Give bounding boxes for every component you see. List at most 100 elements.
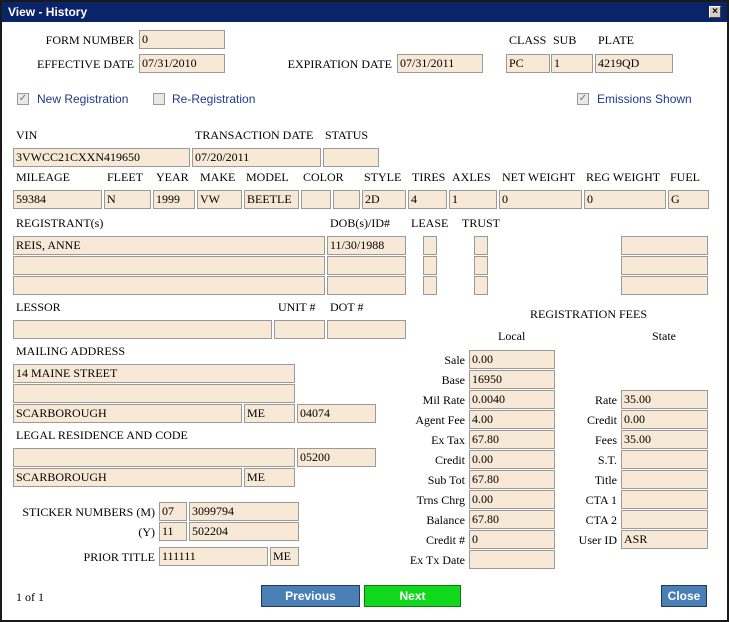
sticker-m-year[interactable]: 07: [159, 502, 187, 521]
legal-state[interactable]: ME: [244, 468, 295, 487]
sticker-y-number[interactable]: 502204: [189, 522, 299, 541]
registrant-extra-3[interactable]: [621, 276, 708, 295]
form-number-label: FORM NUMBER: [45, 33, 134, 47]
mailing-state[interactable]: ME: [244, 404, 295, 423]
legal-code[interactable]: 05200: [297, 448, 376, 467]
trust-field-1[interactable]: [474, 236, 488, 255]
registrant-extra-2[interactable]: [621, 256, 708, 275]
mileage-label: MILEAGE: [16, 170, 70, 184]
lease-field-2[interactable]: [423, 256, 437, 275]
vin-field[interactable]: 3VWCC21CXXN419650: [13, 148, 190, 167]
title-label: Title: [594, 473, 617, 487]
close-button[interactable]: Close: [661, 585, 707, 607]
balance-field[interactable]: 67.80: [469, 510, 555, 529]
ex-tax-field[interactable]: 67.80: [469, 430, 555, 449]
mailing-line-2[interactable]: [13, 384, 295, 403]
mileage-field[interactable]: 59384: [13, 190, 102, 209]
registrant-dob-1[interactable]: 11/30/1988: [327, 236, 406, 255]
color-field-1[interactable]: [301, 190, 331, 209]
axles-field[interactable]: 1: [449, 190, 497, 209]
registrant-name-1[interactable]: REIS, ANNE: [13, 236, 325, 255]
credit-field[interactable]: 0.00: [469, 450, 555, 469]
title-field[interactable]: [621, 470, 708, 489]
credit-label: Credit: [435, 453, 465, 467]
state-credit-field[interactable]: 0.00: [621, 410, 708, 429]
make-field[interactable]: VW: [197, 190, 242, 209]
fuel-field[interactable]: G: [668, 190, 709, 209]
sale-field[interactable]: 0.00: [469, 350, 555, 369]
prior-title-field[interactable]: 111111: [159, 547, 268, 566]
sticker-m-number[interactable]: 3099794: [189, 502, 299, 521]
emissions-shown-checkbox[interactable]: ✓: [577, 93, 589, 105]
lease-label: LEASE: [411, 216, 449, 230]
make-label: MAKE: [200, 170, 236, 184]
model-field[interactable]: BEETLE: [244, 190, 299, 209]
registrant-dob-3[interactable]: [327, 276, 406, 295]
transaction-date-label: TRANSACTION DATE: [195, 128, 314, 142]
color-field-2[interactable]: [333, 190, 360, 209]
mailing-zip[interactable]: 04074: [297, 404, 376, 423]
vin-label: VIN: [16, 128, 38, 142]
prior-title-state[interactable]: ME: [270, 547, 299, 566]
status-field[interactable]: [323, 148, 379, 167]
credit-number-field[interactable]: 0: [469, 530, 555, 549]
ex-tx-date-field[interactable]: [469, 550, 555, 569]
reg-weight-field[interactable]: 0: [584, 190, 666, 209]
legal-city[interactable]: SCARBOROUGH: [13, 468, 242, 487]
trns-chrg-field[interactable]: 0.00: [469, 490, 555, 509]
sticker-y-year[interactable]: 11: [159, 522, 187, 541]
registrant-name-3[interactable]: [13, 276, 325, 295]
rate-field[interactable]: 35.00: [621, 390, 708, 409]
mil-rate-field[interactable]: 0.0040: [469, 390, 555, 409]
next-button[interactable]: Next: [364, 585, 461, 607]
agent-fee-field[interactable]: 4.00: [469, 410, 555, 429]
ex-tx-date-label: Ex Tx Date: [409, 553, 465, 567]
st-label: S.T.: [597, 453, 617, 467]
effective-date-field[interactable]: 07/31/2010: [139, 54, 225, 73]
plate-field[interactable]: 4219QD: [595, 54, 673, 73]
status-label: STATUS: [325, 128, 369, 142]
effective-date-label: EFFECTIVE DATE: [37, 57, 134, 71]
new-registration-checkbox[interactable]: ✓: [17, 93, 29, 105]
unit-field[interactable]: [274, 320, 325, 339]
trust-field-3[interactable]: [474, 276, 488, 295]
sub-tot-field[interactable]: 67.80: [469, 470, 555, 489]
class-field[interactable]: PC: [506, 54, 550, 73]
registrant-dob-2[interactable]: [327, 256, 406, 275]
cta1-field[interactable]: [621, 490, 708, 509]
dob-label: DOB(s)/ID#: [330, 216, 390, 230]
cta2-field[interactable]: [621, 510, 708, 529]
style-field[interactable]: 2D: [362, 190, 406, 209]
lessor-field[interactable]: [13, 320, 272, 339]
registrant-extra-1[interactable]: [621, 236, 708, 255]
local-label: Local: [498, 329, 526, 343]
tires-field[interactable]: 4: [408, 190, 447, 209]
close-icon[interactable]: ×: [709, 6, 721, 18]
mailing-city[interactable]: SCARBOROUGH: [13, 404, 242, 423]
sub-field[interactable]: 1: [551, 54, 593, 73]
transaction-date-field[interactable]: 07/20/2011: [192, 148, 321, 167]
agent-fee-label: Agent Fee: [415, 413, 465, 427]
lease-field-3[interactable]: [423, 276, 437, 295]
lease-field-1[interactable]: [423, 236, 437, 255]
re-registration-checkbox[interactable]: [153, 93, 165, 105]
form-number-field[interactable]: 0: [139, 30, 225, 49]
user-id-field[interactable]: ASR: [621, 530, 708, 549]
expiration-date-field[interactable]: 07/31/2011: [397, 54, 483, 73]
fees-field[interactable]: 35.00: [621, 430, 708, 449]
cta1-label: CTA 1: [585, 493, 617, 507]
legal-line-1[interactable]: [13, 448, 295, 467]
year-field[interactable]: 1999: [153, 190, 195, 209]
registrant-name-2[interactable]: [13, 256, 325, 275]
fleet-field[interactable]: N: [104, 190, 151, 209]
st-field[interactable]: [621, 450, 708, 469]
prior-title-label: PRIOR TITLE: [83, 550, 155, 564]
trust-label: TRUST: [462, 216, 501, 230]
user-id-label: User ID: [578, 533, 617, 547]
trust-field-2[interactable]: [474, 256, 488, 275]
base-field[interactable]: 16950: [469, 370, 555, 389]
mailing-line-1[interactable]: 14 MAINE STREET: [13, 364, 295, 383]
previous-button[interactable]: Previous: [261, 585, 360, 607]
dot-field[interactable]: [327, 320, 406, 339]
net-weight-field[interactable]: 0: [499, 190, 582, 209]
